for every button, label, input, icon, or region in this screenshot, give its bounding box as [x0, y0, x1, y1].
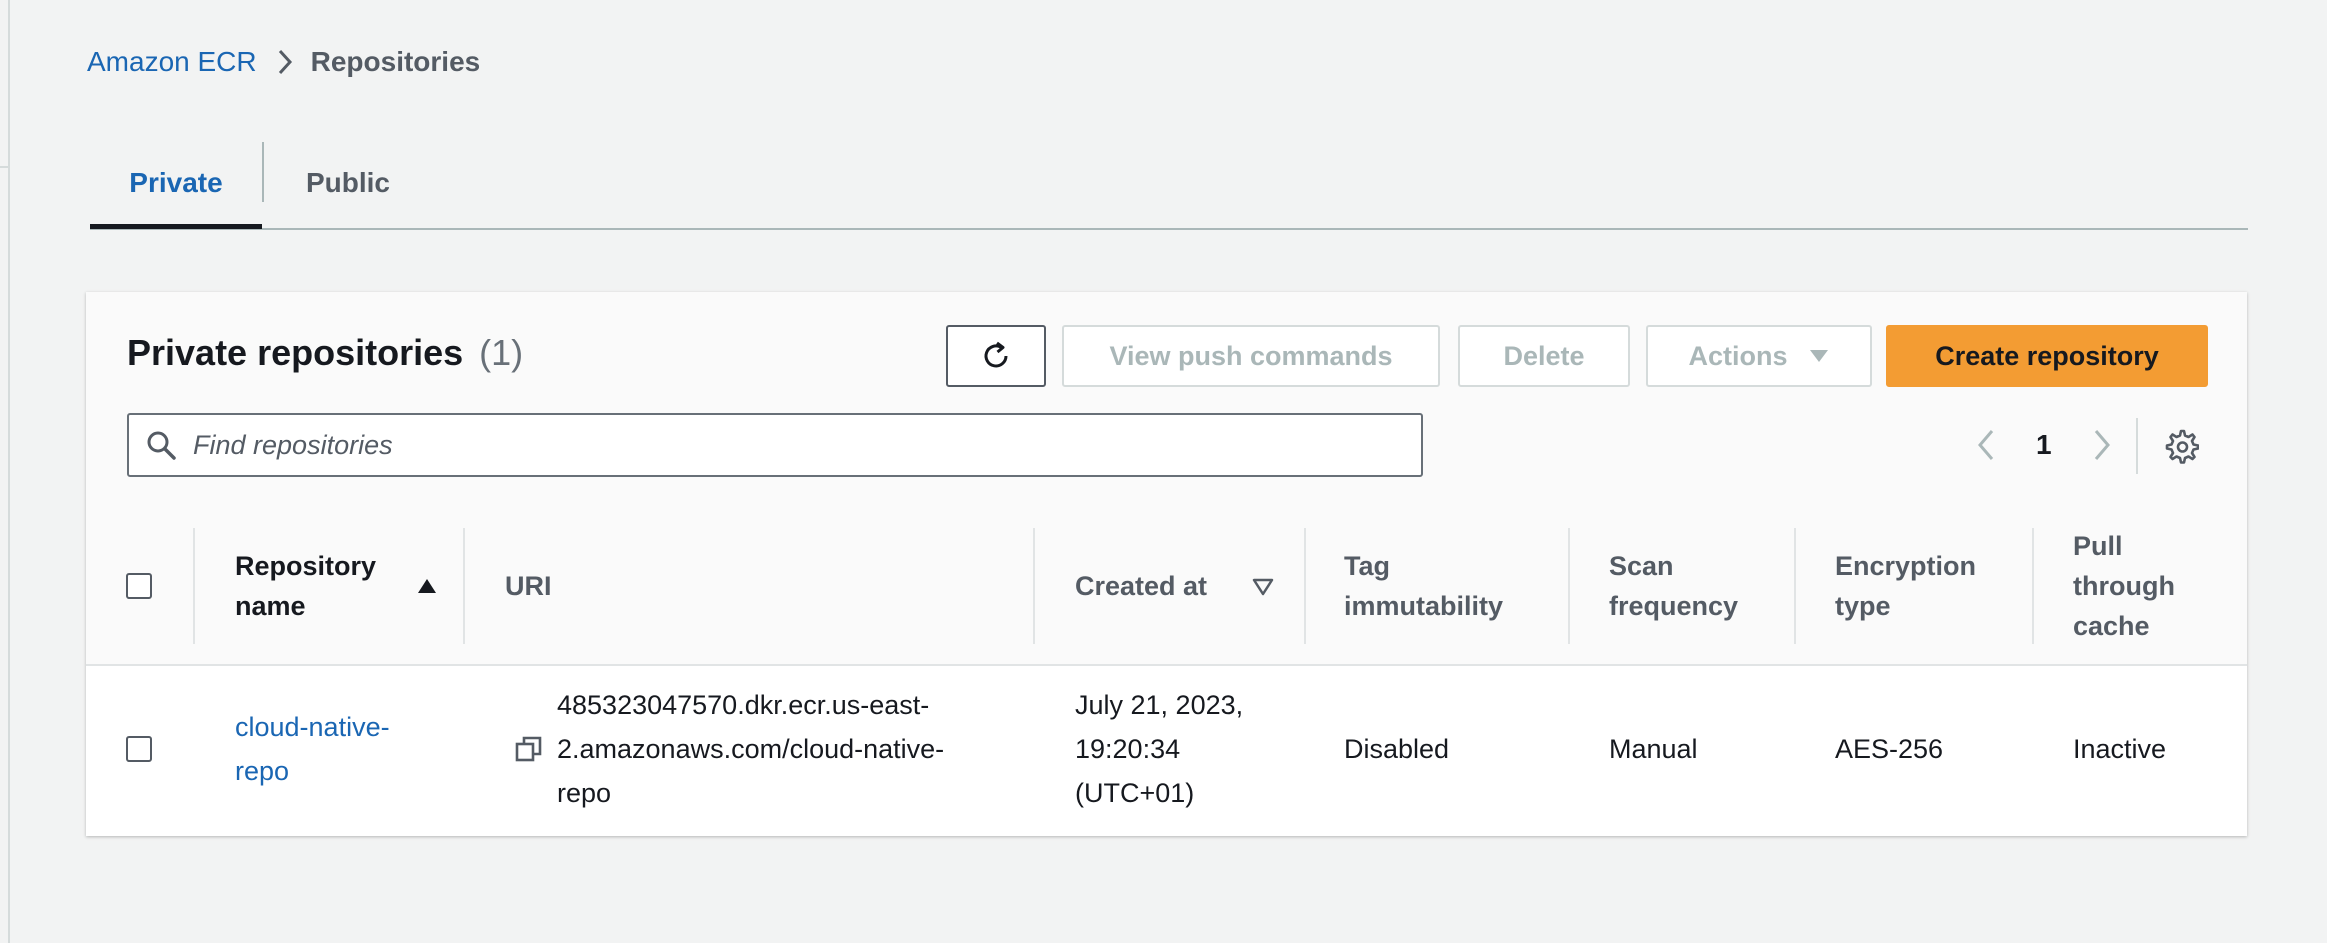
- table-header: Repository name URI Created at Tag immut…: [86, 508, 2247, 666]
- pagination: 1: [1976, 414, 2112, 476]
- repository-tabs: Private Public: [90, 140, 2248, 230]
- panel-header: Private repositories (1) View push comma…: [86, 292, 2247, 509]
- page-number[interactable]: 1: [2036, 429, 2052, 461]
- sort-ascending-icon[interactable]: [416, 577, 438, 595]
- copy-icon[interactable]: [514, 734, 544, 764]
- sort-descending-icon[interactable]: [1252, 578, 1274, 596]
- column-label: Pull through cache: [2073, 531, 2175, 641]
- column-divider: [1033, 528, 1035, 644]
- pull-through-cache-value: Inactive: [2073, 734, 2167, 764]
- chevron-right-icon: [277, 48, 293, 76]
- chevron-right-icon[interactable]: [2092, 428, 2112, 462]
- panel-title: Private repositories (1): [127, 332, 523, 374]
- encryption-type-cell: AES-256: [1835, 664, 1943, 834]
- column-tag-immutability: Tag immutability: [1344, 508, 1524, 664]
- row-checkbox[interactable]: [126, 736, 152, 762]
- left-rail-tick: [0, 166, 8, 168]
- column-label: Created at: [1075, 571, 1208, 601]
- pager-divider: [2136, 418, 2138, 474]
- column-divider: [1794, 528, 1796, 644]
- search-box[interactable]: [127, 413, 1423, 477]
- column-divider: [193, 528, 195, 644]
- tag-immutability-value: Disabled: [1344, 734, 1450, 764]
- column-encryption-type: Encryption type: [1835, 508, 1995, 664]
- search-icon: [145, 429, 177, 461]
- repository-name-cell: cloud-native-repo: [235, 664, 425, 834]
- gear-icon[interactable]: [2163, 428, 2199, 464]
- repository-name-link[interactable]: cloud-native-repo: [235, 705, 415, 793]
- column-pull-through-cache: Pull through cache: [2073, 508, 2193, 664]
- column-created-at[interactable]: Created at: [1075, 508, 1207, 664]
- repository-uri: 485323047570.dkr.ecr.us-east-2.amazonaws…: [557, 690, 945, 808]
- private-repositories-panel: Private repositories (1) View push comma…: [86, 292, 2247, 836]
- scan-frequency-cell: Manual: [1609, 664, 1698, 834]
- column-label: Tag immutability: [1344, 551, 1504, 621]
- column-divider: [463, 528, 465, 644]
- tab-public[interactable]: Public: [264, 140, 432, 226]
- actions-dropdown-button[interactable]: Actions: [1646, 325, 1872, 387]
- column-repository-name[interactable]: Repository name: [235, 508, 435, 664]
- scan-frequency-value: Manual: [1609, 734, 1698, 764]
- column-divider: [1304, 528, 1306, 644]
- search-input[interactable]: [191, 428, 1395, 462]
- encryption-type-value: AES-256: [1835, 734, 1944, 764]
- created-at-value: July 21, 2023, 19:20:34 (UTC+01): [1075, 690, 1244, 808]
- view-push-commands-button[interactable]: View push commands: [1062, 325, 1440, 387]
- panel-title-text: Private repositories: [127, 332, 464, 373]
- tab-private[interactable]: Private: [90, 140, 262, 229]
- caret-down-icon: [1808, 348, 1830, 364]
- column-label: Scan frequency: [1609, 551, 1739, 621]
- chevron-left-icon[interactable]: [1976, 428, 1996, 462]
- created-at-cell: July 21, 2023, 19:20:34 (UTC+01): [1075, 664, 1275, 834]
- select-all-checkbox[interactable]: [126, 573, 152, 599]
- create-repository-button[interactable]: Create repository: [1886, 325, 2208, 387]
- refresh-icon: [979, 339, 1013, 373]
- row-select-cell: [126, 664, 152, 834]
- column-uri: URI: [505, 508, 552, 664]
- refresh-button[interactable]: [946, 325, 1046, 387]
- pull-through-cache-cell: Inactive: [2073, 664, 2166, 834]
- delete-button[interactable]: Delete: [1458, 325, 1630, 387]
- column-label: Encryption type: [1835, 551, 1977, 621]
- breadcrumb: Amazon ECR Repositories: [87, 44, 480, 80]
- left-rail: [0, 0, 10, 943]
- column-divider: [1568, 528, 1570, 644]
- breadcrumb-repositories: Repositories: [310, 46, 481, 77]
- actions-label: Actions: [1688, 340, 1788, 371]
- table-row: cloud-native-repo 485323047570.dkr.ecr.u…: [86, 664, 2247, 834]
- select-all-cell: [126, 508, 152, 664]
- breadcrumb-amazon-ecr[interactable]: Amazon ECR: [87, 46, 257, 78]
- column-label: URI: [505, 571, 552, 601]
- column-divider: [2032, 528, 2034, 644]
- uri-cell: 485323047570.dkr.ecr.us-east-2.amazonaws…: [557, 664, 997, 834]
- tag-immutability-cell: Disabled: [1344, 664, 1449, 834]
- column-label: Repository name: [235, 551, 377, 621]
- column-scan-frequency: Scan frequency: [1609, 508, 1759, 664]
- repository-count: (1): [479, 332, 524, 373]
